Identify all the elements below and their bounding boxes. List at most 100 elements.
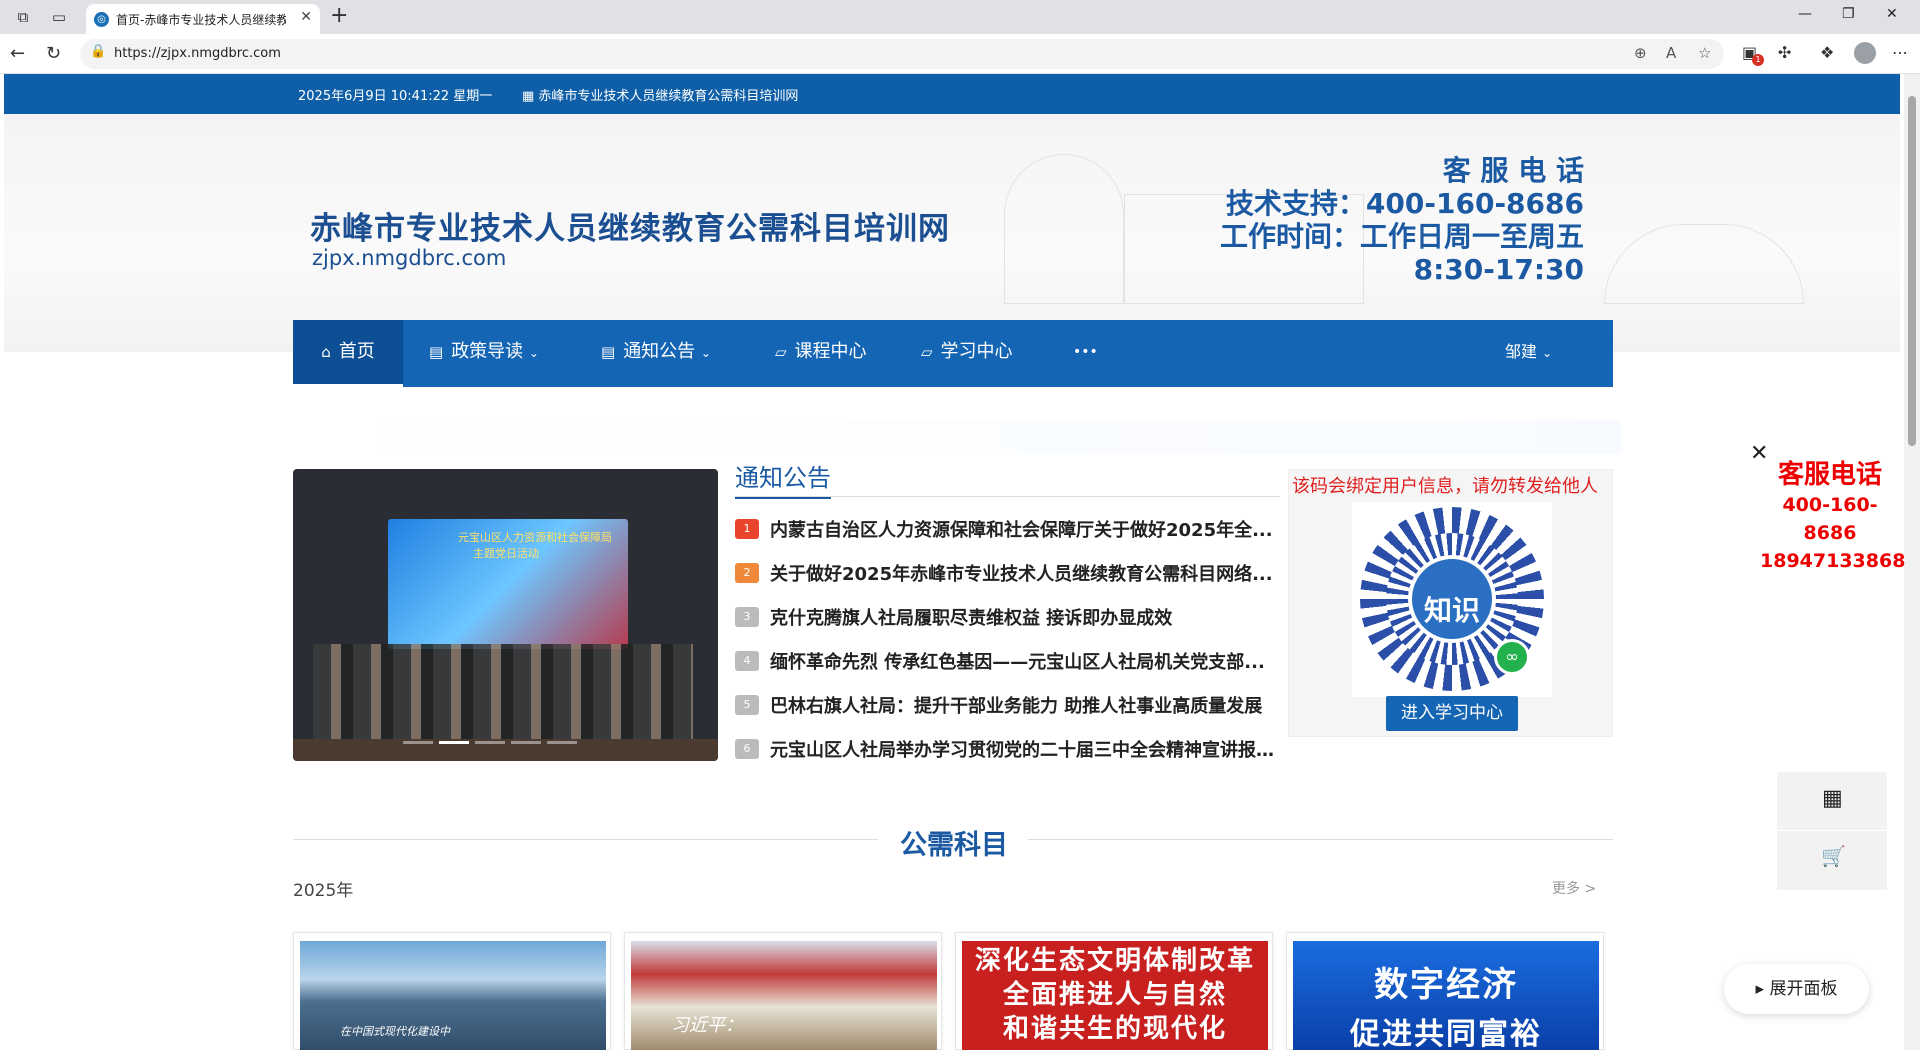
carousel-dot-active[interactable] bbox=[439, 741, 469, 744]
nav-study[interactable]: ▱ 学习中心 bbox=[921, 320, 1013, 387]
card-caption: 促进共同富裕 bbox=[1350, 1017, 1542, 1050]
course-thumbnail: 深化生态文明体制改革 全面推进人与自然 和谐共生的现代化 bbox=[962, 941, 1268, 1050]
contact-title: 客 服 电 话 bbox=[1442, 154, 1584, 187]
carousel-dot[interactable] bbox=[475, 741, 505, 744]
qr-warning-text: 该码会绑定用户信息，请勿转发给他人 bbox=[1292, 476, 1598, 497]
tab-close-icon[interactable]: ✕ bbox=[300, 9, 312, 25]
work-hours: 工作时间：工作日周一至周五 bbox=[1219, 220, 1584, 253]
document-icon: ▤ bbox=[601, 343, 616, 361]
folder-icon: ▱ bbox=[921, 343, 933, 361]
notice-title[interactable]: 内蒙古自治区人力资源保障和社会保障厅关于做好2025年全... bbox=[770, 516, 1275, 542]
reload-icon[interactable]: ↻ bbox=[46, 43, 61, 64]
minimize-icon[interactable]: — bbox=[1798, 6, 1812, 22]
notice-title[interactable]: 元宝山区人社局举办学习贯彻党的二十届三中全会精神宣讲报... bbox=[770, 736, 1275, 762]
tab-actions-icon[interactable]: ▭ bbox=[48, 6, 70, 28]
enter-study-center-button[interactable]: 进入学习中心 bbox=[1386, 696, 1518, 731]
home-icon: ⌂ bbox=[321, 343, 331, 361]
back-icon[interactable]: ← bbox=[10, 43, 25, 64]
course-thumbnail: 数字经济 促进共同富裕 bbox=[1293, 941, 1599, 1050]
notice-title[interactable]: 关于做好2025年赤峰市专业技术人员继续教育公需科目网络... bbox=[770, 560, 1275, 586]
url-text[interactable]: https://zjpx.nmgdbrc.com bbox=[114, 46, 281, 61]
section-title: 公需科目 bbox=[900, 830, 1008, 861]
carousel-dot[interactable] bbox=[403, 741, 433, 744]
phone-number-1: 400-160-8686 bbox=[1782, 494, 1878, 544]
notice-title[interactable]: 缅怀革命先烈 传承红色基因——元宝山区人社局机关党支部... bbox=[770, 648, 1275, 674]
zoom-icon[interactable]: ⊕ bbox=[1634, 44, 1647, 62]
lock-icon: 🔒 bbox=[90, 44, 107, 59]
restore-icon[interactable]: ❐ bbox=[1842, 6, 1855, 22]
carousel-dot[interactable] bbox=[547, 741, 577, 744]
card-caption: 深化生态文明体制改革 bbox=[974, 946, 1255, 976]
notification-badge: 1 bbox=[1752, 54, 1764, 66]
work-hours-time: 8:30-17:30 bbox=[1413, 253, 1584, 286]
nav-more[interactable]: ••• bbox=[1073, 320, 1098, 387]
course-card[interactable]: 习近平： bbox=[624, 932, 942, 1050]
tab-title: 首页-赤峰市专业技术人员继续教育公需科目培训网 bbox=[116, 13, 286, 27]
notice-item[interactable]: 2 关于做好2025年赤峰市专业技术人员继续教育公需科目网络... bbox=[735, 557, 1275, 601]
qr-code: 知识 ∞ bbox=[1352, 502, 1552, 697]
current-datetime: 2025年6月9日 10:41:22 星期一 bbox=[298, 89, 493, 104]
course-card[interactable]: 深化生态文明体制改革 全面推进人与自然 和谐共生的现代化 bbox=[955, 932, 1273, 1050]
read-aloud-icon[interactable]: A bbox=[1666, 44, 1676, 62]
year-label: 2025年 bbox=[293, 881, 354, 901]
cart-icon[interactable]: 🛒 bbox=[1821, 844, 1846, 868]
nav-courses[interactable]: ▱ 课程中心 bbox=[775, 320, 867, 387]
card-caption: 和谐共生的现代化 bbox=[1002, 1014, 1227, 1044]
phone-title: 客服电话 bbox=[1777, 460, 1882, 490]
rank-badge: 1 bbox=[735, 519, 759, 539]
address-bar[interactable]: 🔒 https://zjpx.nmgdbrc.com ⊕ A ☆ bbox=[80, 39, 1724, 69]
course-thumbnail: 习近平： bbox=[631, 941, 937, 1050]
profile-avatar[interactable] bbox=[1854, 42, 1876, 64]
qr-center-logo: 知识 bbox=[1408, 555, 1496, 643]
nav-home[interactable]: ⌂ 首页 bbox=[293, 320, 403, 387]
qr-grid-icon[interactable]: ▦ bbox=[1822, 786, 1843, 811]
nav-notice[interactable]: ▤ 通知公告 ⌄ bbox=[601, 320, 711, 387]
more-link[interactable]: 更多 > bbox=[1552, 878, 1596, 898]
group-photo bbox=[313, 644, 693, 744]
new-tab-icon[interactable]: + bbox=[330, 3, 348, 28]
carousel-dot[interactable] bbox=[511, 741, 541, 744]
browser-tab-active[interactable]: ◎ 首页-赤峰市专业技术人员继续教育公需科目培训网 ✕ bbox=[86, 4, 320, 34]
folder-icon: ▱ bbox=[775, 343, 787, 361]
site-title: 赤峰市专业技术人员继续教育公需科目培训网 bbox=[310, 211, 950, 247]
card-caption: 数字经济 bbox=[1374, 965, 1518, 1005]
building-sketch bbox=[1004, 154, 1124, 304]
rank-badge: 5 bbox=[735, 695, 759, 715]
favorite-star-icon[interactable]: ☆ bbox=[1698, 44, 1711, 62]
menu-dots-icon[interactable]: ⋯ bbox=[1892, 43, 1908, 62]
document-icon: ▤ bbox=[429, 343, 444, 361]
notice-item[interactable]: 4 缅怀革命先烈 传承红色基因——元宝山区人社局机关党支部... bbox=[735, 645, 1275, 689]
extensions-puzzle-icon[interactable]: ✣ bbox=[1778, 43, 1791, 62]
notice-heading[interactable]: 通知公告 bbox=[735, 458, 831, 499]
top-info-strip: 2025年6月9日 10:41:22 星期一 ▦ 赤峰市专业技术人员继续教育公需… bbox=[4, 74, 1900, 114]
notice-item[interactable]: 3 克什克腾旗人社局履职尽责维权益 接诉即办显成效 bbox=[735, 601, 1275, 645]
notice-title[interactable]: 巴林右旗人社局：提升干部业务能力 助推人社事业高质量发展 bbox=[770, 692, 1275, 718]
collections-icon[interactable]: ❖ bbox=[1820, 43, 1834, 62]
notice-item[interactable]: 5 巴林右旗人社局：提升干部业务能力 助推人社事业高质量发展 bbox=[735, 689, 1275, 733]
nav-user-menu[interactable]: 邹建 ⌄ bbox=[1505, 320, 1552, 387]
page-scrollbar[interactable] bbox=[1904, 74, 1920, 1050]
divider bbox=[735, 496, 1280, 497]
image-carousel[interactable]: 元宝山区人力资源和社会保障局 主题党日活动 bbox=[293, 469, 718, 761]
side-toolbox: ▦ 🛒 bbox=[1777, 772, 1887, 890]
expand-panel-button[interactable]: ▸ 展开面板 bbox=[1724, 964, 1869, 1014]
browser-toolbar: ← ↻ 🔒 https://zjpx.nmgdbrc.com ⊕ A ☆ ▣ 1… bbox=[0, 34, 1920, 74]
course-card[interactable]: 数字经济 促进共同富裕 bbox=[1286, 932, 1604, 1050]
section-divider bbox=[1028, 839, 1613, 840]
course-thumbnail: 在中国式现代化建设中 bbox=[300, 941, 606, 1050]
card-caption: 习近平： bbox=[671, 1015, 743, 1036]
workspaces-icon[interactable]: ⧉ bbox=[12, 6, 34, 28]
chevron-down-icon: ⌄ bbox=[1542, 346, 1553, 360]
window-close-icon[interactable]: ✕ bbox=[1886, 6, 1898, 22]
notice-item[interactable]: 1 内蒙古自治区人力资源保障和社会保障厅关于做好2025年全... bbox=[735, 513, 1275, 557]
contact-info: 客 服 电 话 技术支持：400-160-8686 工作时间：工作日周一至周五 … bbox=[1220, 154, 1584, 286]
notice-item[interactable]: 6 元宝山区人社局举办学习贯彻党的二十届三中全会精神宣讲报... bbox=[735, 733, 1275, 777]
notice-title[interactable]: 克什克腾旗人社局履职尽责维权益 接诉即办显成效 bbox=[770, 604, 1275, 630]
section-divider bbox=[293, 839, 878, 840]
site-name-link[interactable]: ▦ 赤峰市专业技术人员继续教育公需科目培训网 bbox=[522, 85, 798, 104]
course-card[interactable]: 在中国式现代化建设中 bbox=[293, 932, 611, 1050]
nav-policy[interactable]: ▤ 政策导读 ⌄ bbox=[429, 320, 539, 387]
phone-number-2: 18947133868 bbox=[1760, 550, 1906, 572]
scrollbar-thumb[interactable] bbox=[1908, 96, 1916, 446]
site-name-text: 赤峰市专业技术人员继续教育公需科目培训网 bbox=[538, 89, 799, 104]
